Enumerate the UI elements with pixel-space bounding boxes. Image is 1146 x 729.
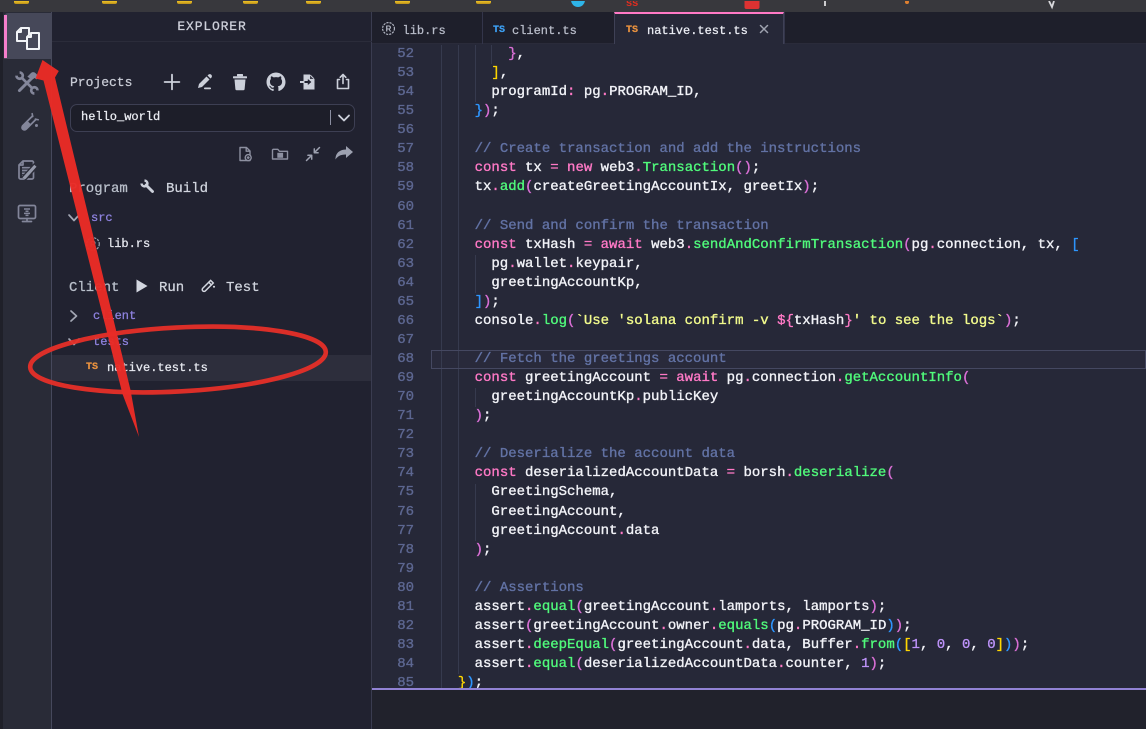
svg-text:R: R [386, 24, 392, 33]
svg-text:R: R [90, 239, 96, 249]
svg-text:ss: ss [626, 1, 638, 9]
